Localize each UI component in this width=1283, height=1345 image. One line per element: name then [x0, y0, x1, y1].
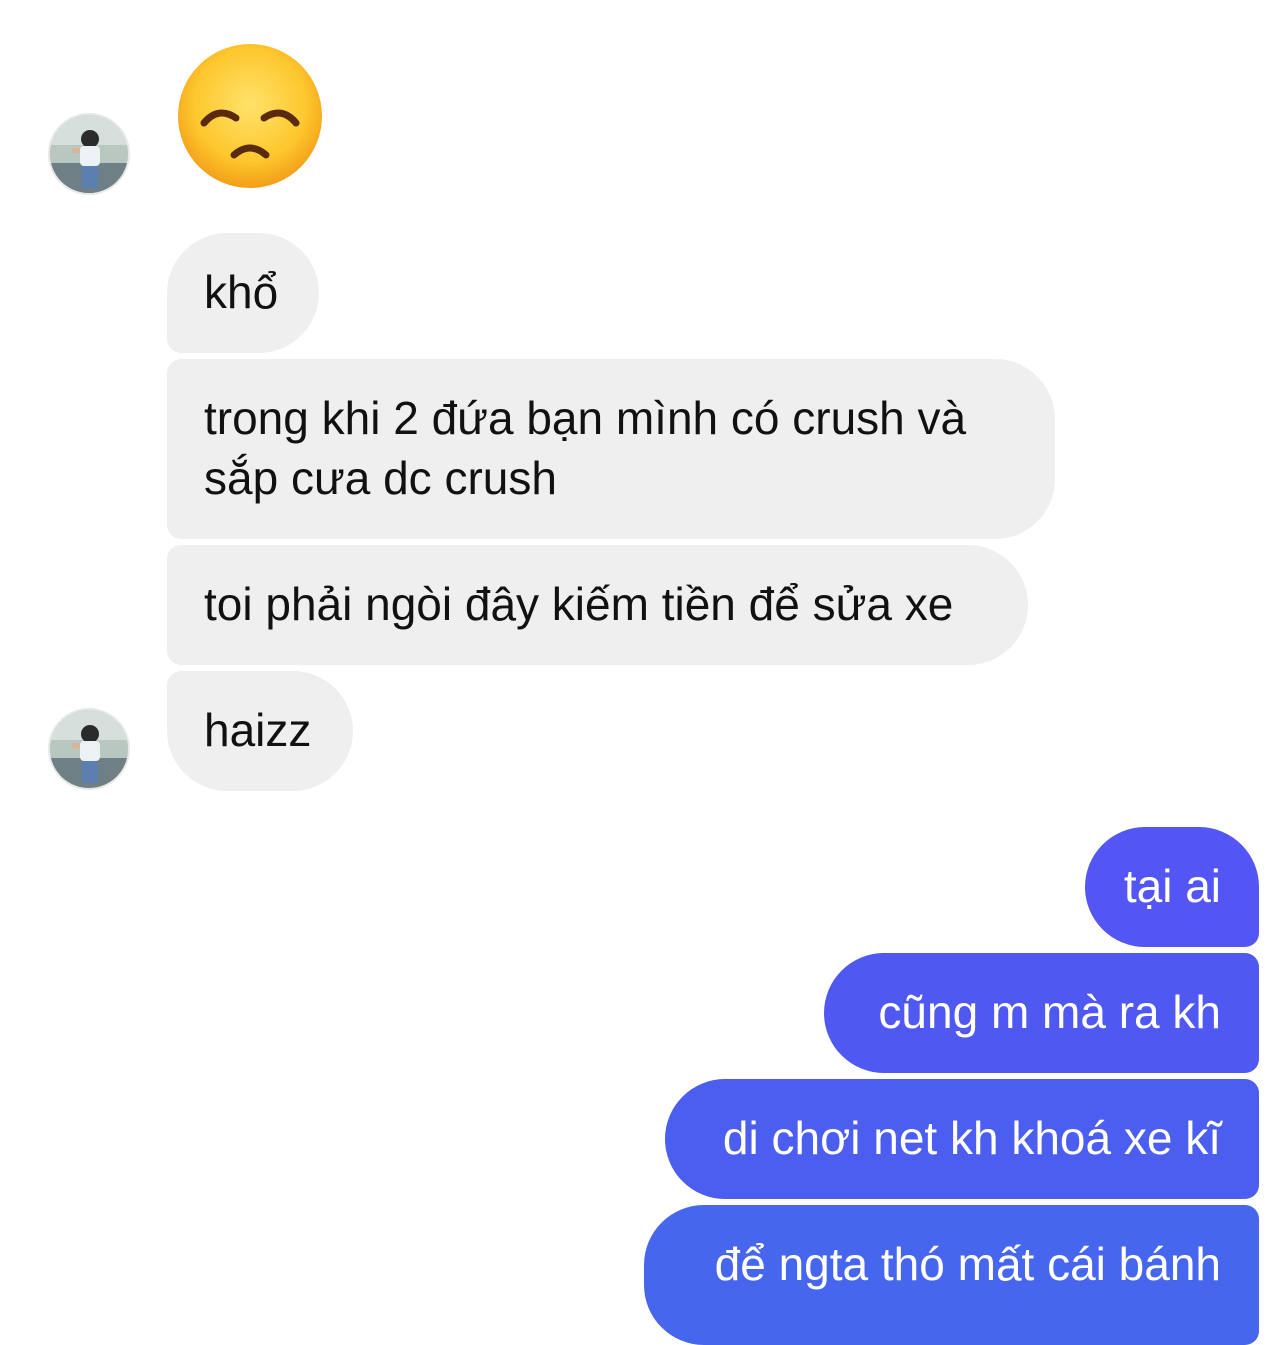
message-text: cũng m mà ra kh	[878, 986, 1221, 1038]
outgoing-message[interactable]: để ngta thó mất cái bánh	[644, 1205, 1259, 1345]
incoming-message[interactable]: khổ	[167, 233, 319, 353]
message-text: di chơi net kh khoá xe kĩ	[722, 1112, 1221, 1164]
message-text: để ngta thó mất cái bánh	[714, 1238, 1221, 1290]
incoming-message[interactable]: haizz	[167, 671, 353, 791]
incoming-message[interactable]: trong khi 2 đứa bạn mình có crush và sắp…	[167, 359, 1055, 539]
message-text: khổ	[204, 266, 279, 318]
contact-avatar[interactable]	[48, 708, 130, 790]
avatar-photo-icon	[50, 115, 128, 193]
message-text: haizz	[204, 704, 312, 756]
outgoing-message[interactable]: tại ai	[1085, 827, 1259, 947]
contact-avatar[interactable]	[48, 113, 130, 195]
disappointed-face-emoji	[178, 44, 322, 188]
outgoing-message[interactable]: cũng m mà ra kh	[824, 953, 1259, 1073]
chat-thread: khổ trong khi 2 đứa bạn mình có crush và…	[0, 0, 1283, 1345]
avatar-photo-icon	[50, 710, 128, 788]
message-text: toi phải ngòi đây kiếm tiền để sửa xe	[204, 578, 954, 630]
message-text: trong khi 2 đứa bạn mình có crush và sắp…	[204, 392, 967, 504]
outgoing-message[interactable]: di chơi net kh khoá xe kĩ	[665, 1079, 1259, 1199]
message-text: tại ai	[1123, 860, 1221, 912]
incoming-message[interactable]: toi phải ngòi đây kiếm tiền để sửa xe	[167, 545, 1028, 665]
